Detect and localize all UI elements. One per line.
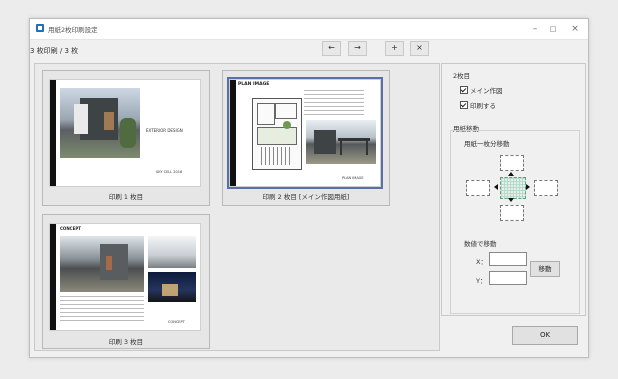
- floor-plan: [252, 98, 302, 170]
- thumb-title: CONCEPT: [60, 226, 82, 231]
- thumb-black-band: [50, 224, 56, 330]
- main-drawing-label: メイン作図: [470, 87, 503, 95]
- perspective-photo: [306, 120, 376, 164]
- page-caption-2: 印刷 2 枚目 [メイン作図用紙]: [262, 193, 350, 201]
- concept-text: [60, 296, 144, 322]
- print-count-status: 3 枚印刷 / 3 枚: [30, 47, 79, 55]
- concept-photo-2: [148, 236, 196, 268]
- move-button[interactable]: 移動: [530, 261, 560, 277]
- title-bar: 用紙2枚印刷設定 – □ ×: [30, 19, 588, 40]
- window-title: 用紙2枚印刷設定: [48, 26, 98, 34]
- thumb-sub: SKY CELL 2018: [156, 170, 183, 174]
- y-label: Y：: [476, 277, 487, 285]
- x-input[interactable]: [489, 252, 527, 266]
- page-caption-3: 印刷 3 枚目: [108, 338, 144, 346]
- move-right-button[interactable]: →: [348, 41, 367, 56]
- app-icon: [36, 24, 44, 32]
- add-page-button[interactable]: +: [385, 41, 404, 56]
- move-left-button[interactable]: ←: [322, 41, 341, 56]
- move-down-box[interactable]: [500, 205, 524, 221]
- maximize-button[interactable]: □: [544, 22, 562, 36]
- arrow-right-icon[interactable]: [526, 184, 530, 190]
- move-left-box[interactable]: [466, 180, 490, 196]
- thumb-sub: CONCEPT: [168, 320, 185, 324]
- thumb-sub: PLAN IMAGE: [342, 176, 364, 180]
- house-photo: [60, 88, 140, 158]
- move-per-page-label: 用紙一枚分移動: [464, 140, 510, 148]
- y-input[interactable]: [489, 271, 527, 285]
- thumb-title: PLAN IMAGE: [238, 82, 270, 87]
- print-checkbox[interactable]: [460, 101, 468, 109]
- x-label: X：: [476, 258, 487, 266]
- page-card-1[interactable]: EXTERIOR DESIGN SKY CELL 2018 印刷 1 枚目: [42, 70, 210, 206]
- thumb-black-band: [230, 80, 236, 186]
- page-thumbnail-3[interactable]: CONCEPT CONCEPT: [49, 223, 201, 331]
- page-card-3[interactable]: CONCEPT CONCEPT 印刷 3 枚目: [42, 214, 210, 349]
- pages-panel: EXTERIOR DESIGN SKY CELL 2018 印刷 1 枚目 PL…: [34, 63, 440, 351]
- page-caption-1: 印刷 1 枚目: [108, 193, 144, 201]
- page-thumbnail-1[interactable]: EXTERIOR DESIGN SKY CELL 2018: [49, 79, 201, 187]
- arrow-up-icon[interactable]: [508, 172, 514, 176]
- print-settings-window: 用紙2枚印刷設定 – □ × 3 枚印刷 / 3 枚 ← → + × EXTER…: [29, 18, 589, 358]
- minimize-button[interactable]: –: [526, 22, 544, 36]
- move-right-box[interactable]: [534, 180, 558, 196]
- close-button[interactable]: ×: [566, 22, 584, 36]
- section-label: 2枚目: [453, 72, 471, 80]
- move-up-box[interactable]: [500, 155, 524, 171]
- arrow-left-icon[interactable]: [494, 184, 498, 190]
- concept-photo: [60, 236, 144, 292]
- main-drawing-checkbox[interactable]: [460, 86, 468, 94]
- page-settings-panel: 2枚目 メイン作図 印刷する 用紙移動 用紙一枚分移動 数値で移動 X： Y： …: [441, 63, 586, 316]
- page-thumbnail-2[interactable]: PLAN IMAGE PLAN IMAGE: [227, 77, 383, 189]
- ok-button[interactable]: OK: [512, 326, 578, 345]
- page-card-2[interactable]: PLAN IMAGE PLAN IMAGE 印刷 2 枚目 [メイン作図用紙]: [222, 70, 390, 206]
- arrow-down-icon[interactable]: [508, 198, 514, 202]
- night-photo: [148, 272, 196, 302]
- remove-page-button[interactable]: ×: [410, 41, 429, 56]
- numeric-move-label: 数値で移動: [464, 240, 497, 248]
- description-text: [304, 90, 364, 118]
- thumb-title: EXTERIOR DESIGN: [146, 128, 183, 133]
- thumb-black-band: [50, 80, 56, 186]
- print-label: 印刷する: [470, 102, 496, 110]
- current-page-position: [500, 177, 526, 199]
